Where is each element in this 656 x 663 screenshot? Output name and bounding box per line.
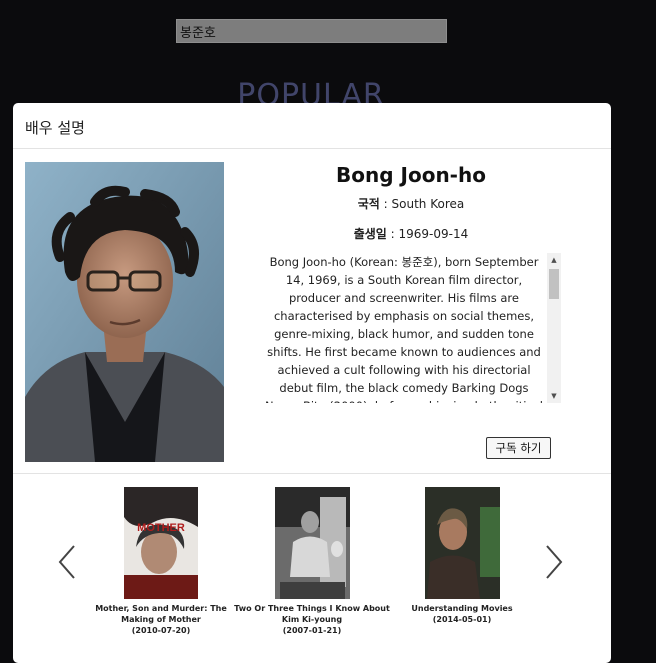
biography-text: Bong Joon-ho (Korean: 봉준호), born Septemb… xyxy=(265,255,543,403)
movie-date: (2010-07-20) xyxy=(131,626,191,635)
movie-card[interactable]: Understanding Movies (2014-05-01) xyxy=(382,487,542,625)
subscribe-button[interactable]: 구독 하기 xyxy=(486,437,551,459)
nationality-value: South Korea xyxy=(391,197,465,211)
actor-name: Bong Joon-ho xyxy=(336,163,486,187)
chevron-right-icon[interactable] xyxy=(544,544,564,584)
birthdate-value: 1969-09-14 xyxy=(398,227,469,241)
birthdate-label: 출생일 xyxy=(353,227,387,241)
modal-title: 배우 설명 xyxy=(13,103,611,149)
poster-logo: MOTHER xyxy=(137,522,185,534)
movie-date: (2014-05-01) xyxy=(432,615,492,624)
movie-title: Mother, Son and Murder: The Making of Mo… xyxy=(95,604,227,624)
triangle-down-icon[interactable]: ▼ xyxy=(550,392,558,400)
actor-modal: 배우 설명 Bong Joon-ho 국적: South Korea 출생일 … xyxy=(13,103,611,663)
movie-title: Two Or Three Things I Know About Kim Ki-… xyxy=(234,604,390,624)
triangle-up-icon[interactable]: ▲ xyxy=(550,256,558,264)
birthdate-line: 출생일 : 1969-09-14 xyxy=(353,227,469,241)
nationality-line: 국적 : South Korea xyxy=(357,197,465,211)
biography-box[interactable]: Bong Joon-ho (Korean: 봉준호), born Septemb… xyxy=(261,253,561,403)
nationality-label: 국적 xyxy=(357,197,380,211)
movie-poster[interactable]: MOTHER xyxy=(124,487,198,599)
search-input[interactable] xyxy=(176,19,447,43)
movie-poster[interactable] xyxy=(424,487,500,599)
biography-scrollbar[interactable]: ▲ ▼ xyxy=(547,253,561,403)
movie-title: Understanding Movies xyxy=(411,604,513,613)
scroll-thumb[interactable] xyxy=(549,269,559,299)
movie-poster[interactable] xyxy=(274,487,350,599)
section-divider xyxy=(13,473,611,474)
movie-date: (2007-01-21) xyxy=(282,626,342,635)
chevron-left-icon[interactable] xyxy=(57,544,77,584)
movie-card[interactable]: MOTHER Mother, Son and Murder: The Makin… xyxy=(81,487,241,636)
movie-card[interactable]: Two Or Three Things I Know About Kim Ki-… xyxy=(232,487,392,636)
actor-photo xyxy=(25,162,224,462)
